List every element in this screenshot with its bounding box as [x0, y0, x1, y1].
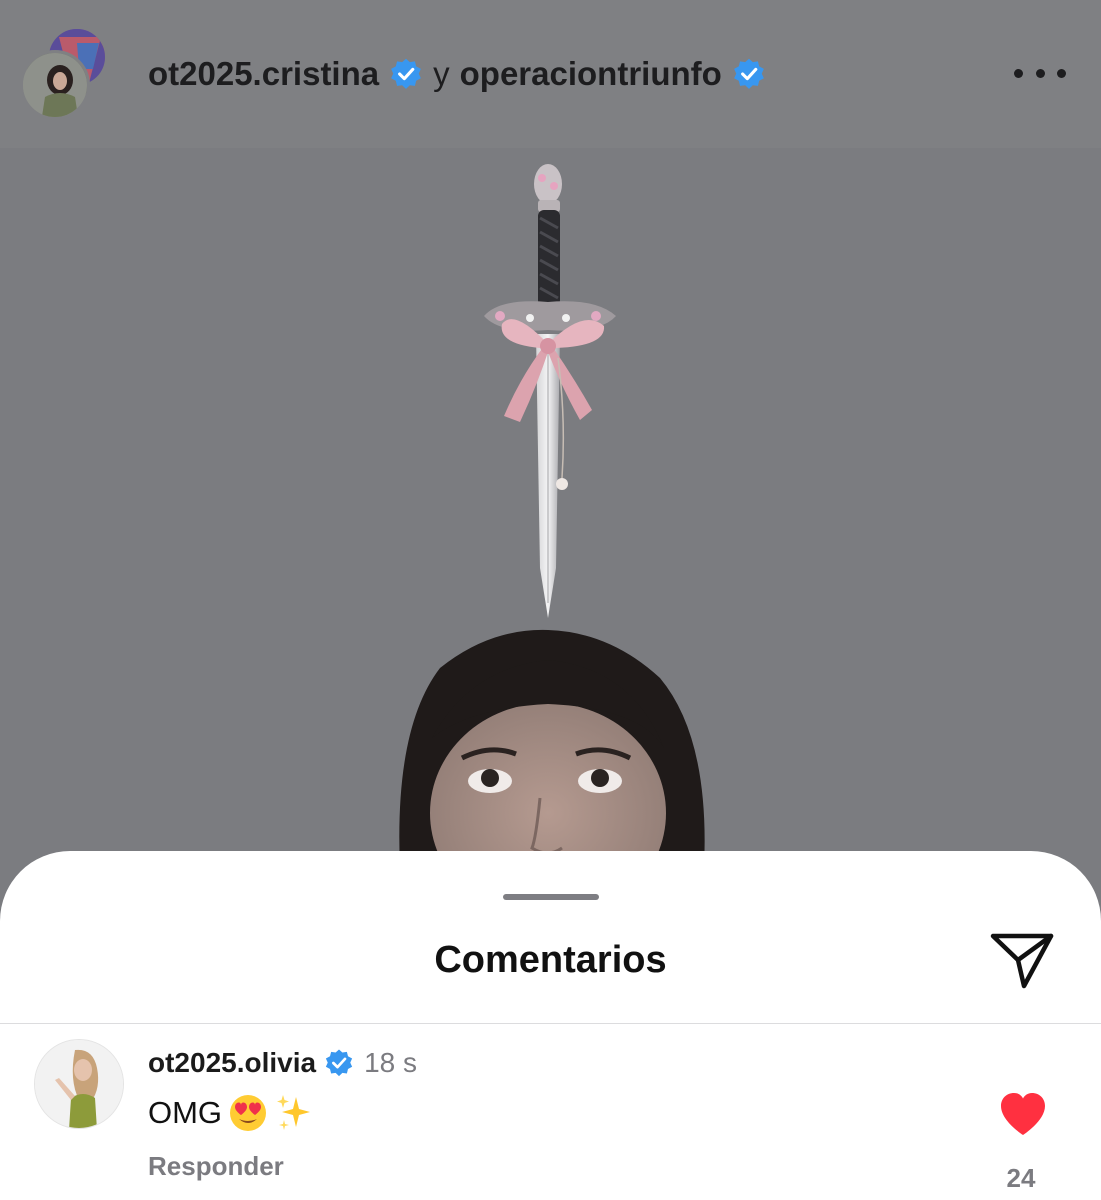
comments-sheet: Comentarios ot2025.olivia 18 s OMG Respo… — [0, 851, 1101, 1200]
sparkles-emoji — [277, 1095, 311, 1130]
paper-plane-icon[interactable] — [988, 930, 1056, 992]
verified-badge-icon — [733, 58, 764, 89]
more-horizontal-icon — [1014, 68, 1023, 78]
like-heart-icon[interactable] — [998, 1091, 1048, 1137]
collab-avatars[interactable] — [20, 26, 112, 120]
comment-text: OMG — [148, 1095, 223, 1130]
comment-username-link[interactable]: ot2025.olivia — [148, 1047, 316, 1079]
author-conjunction: y — [433, 55, 450, 92]
verified-badge-icon — [391, 58, 421, 89]
commenter-avatar[interactable] — [34, 1039, 124, 1129]
post-photo-dagger-and-girl — [0, 148, 1101, 868]
sheet-grabber-handle[interactable] — [503, 894, 599, 900]
more-horizontal-icon — [1057, 68, 1066, 78]
post-authors: ot2025.cristina y operaciontriunfo — [148, 52, 766, 96]
reply-button[interactable]: Responder — [148, 1151, 284, 1182]
comment-body: OMG — [148, 1091, 314, 1135]
heart-eyes-emoji — [230, 1095, 267, 1131]
verified-badge-icon — [325, 1049, 353, 1077]
comment-header: ot2025.olivia 18 s — [148, 1043, 417, 1083]
avatar-ot2025-cristina[interactable] — [20, 50, 90, 120]
sheet-divider — [0, 1023, 1101, 1024]
post-header: ot2025.cristina y operaciontriunfo — [0, 0, 1101, 148]
sheet-title: Comentarios — [434, 939, 667, 981]
more-options-button[interactable] — [1014, 56, 1066, 90]
post-photo[interactable] — [0, 148, 1101, 868]
like-count: 24 — [1006, 1163, 1036, 1193]
comment-timestamp: 18 s — [364, 1047, 418, 1078]
author-secondary-link[interactable]: operaciontriunfo — [460, 55, 722, 93]
more-horizontal-icon — [1035, 68, 1045, 78]
author-primary-link[interactable]: ot2025.cristina — [148, 55, 379, 93]
